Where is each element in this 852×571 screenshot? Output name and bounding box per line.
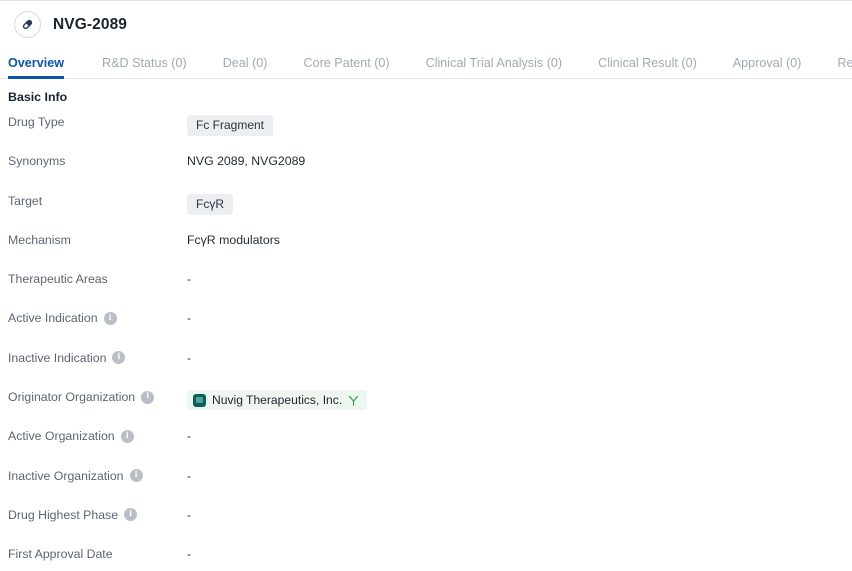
page-title: NVG-2089 (53, 15, 128, 33)
tab-deal[interactable]: Deal (0) (223, 56, 268, 79)
basic-info-field-list: Drug Type Fc Fragment Synonyms NVG 2089,… (0, 112, 852, 571)
active-organization-value: - (187, 429, 192, 444)
field-label: First Approval Date (8, 544, 187, 561)
field-row-drug-highest-phase: Drug Highest Phase i - (0, 505, 852, 544)
info-icon[interactable]: i (129, 469, 143, 483)
page-header: NVG-2089 (0, 1, 852, 48)
tab-regulation[interactable]: Regulation (0) (837, 56, 852, 79)
inactive-indication-value: - (187, 350, 192, 365)
drug-highest-phase-value: - (187, 507, 192, 522)
field-label: Originator Organization i (8, 387, 187, 404)
field-label: Therapeutic Areas (8, 269, 187, 286)
field-label: Mechanism (8, 230, 187, 247)
inactive-organization-value: - (187, 468, 192, 483)
originator-organization-chip[interactable]: Nuvig Therapeutics, Inc. (187, 390, 368, 411)
mechanism-value: FcγR modulators (187, 232, 280, 247)
field-row-inactive-organization: Inactive Organization i - (0, 466, 852, 505)
field-label: Active Organization i (8, 426, 187, 443)
field-row-drug-type: Drug Type Fc Fragment (0, 112, 852, 151)
info-icon[interactable]: i (112, 351, 126, 365)
field-label: Target (8, 191, 187, 208)
field-label: Inactive Organization i (8, 466, 187, 483)
info-icon[interactable]: i (141, 390, 155, 404)
field-label-text: Inactive Indication (8, 350, 107, 365)
field-value: FcγR (187, 191, 233, 215)
info-icon[interactable]: i (103, 311, 117, 325)
field-label-text: Drug Highest Phase (8, 507, 119, 522)
field-value: Fc Fragment (187, 112, 274, 136)
tab-rd-status[interactable]: R&D Status (0) (102, 56, 187, 79)
antibody-icon (348, 395, 359, 406)
info-icon[interactable]: i (124, 508, 138, 522)
pill-capsule-icon (14, 11, 41, 38)
field-label-text: Drug Type (8, 115, 65, 129)
field-row-active-organization: Active Organization i - (0, 426, 852, 465)
field-label: Inactive Indication i (8, 348, 187, 365)
field-label: Active Indication i (8, 308, 187, 325)
field-label-text: Inactive Organization (8, 468, 124, 483)
company-logo-icon (193, 393, 206, 407)
field-row-mechanism: Mechanism FcγR modulators (0, 230, 852, 269)
field-label-text: Active Indication (8, 311, 98, 326)
field-row-target: Target FcγR (0, 191, 852, 230)
first-approval-date-value: - (187, 547, 192, 562)
drug-type-chip[interactable]: Fc Fragment (187, 115, 274, 136)
section-title-basic-info: Basic Info (8, 90, 68, 104)
tab-clinical-trial-analysis[interactable]: Clinical Trial Analysis (0) (426, 56, 562, 79)
tab-clinical-result[interactable]: Clinical Result (0) (598, 56, 697, 79)
field-label-text: Originator Organization (8, 390, 136, 405)
field-row-originator-organization: Originator Organization i Nuvig Therapeu… (0, 387, 852, 426)
field-row-therapeutic-areas: Therapeutic Areas - (0, 269, 852, 308)
field-value: Nuvig Therapeutics, Inc. (187, 387, 368, 411)
field-row-synonyms: Synonyms NVG 2089, NVG2089 (0, 151, 852, 190)
field-label-text: Target (8, 193, 43, 208)
field-label-text: Mechanism (8, 232, 71, 247)
therapeutic-areas-value: - (187, 272, 192, 287)
target-chip[interactable]: FcγR (187, 193, 233, 215)
field-label-text: Synonyms (8, 154, 66, 169)
drug-detail-page: NVG-2089 Overview R&D Status (0) Deal (0… (0, 0, 852, 571)
tab-approval[interactable]: Approval (0) (733, 56, 802, 79)
field-row-active-indication: Active Indication i - (0, 308, 852, 347)
tab-core-patent[interactable]: Core Patent (0) (304, 56, 390, 79)
tab-overview[interactable]: Overview (8, 56, 65, 79)
field-label: Synonyms (8, 151, 187, 168)
active-indication-value: - (187, 311, 192, 326)
tab-bar: Overview R&D Status (0) Deal (0) Core Pa… (0, 48, 852, 79)
info-icon[interactable]: i (120, 429, 134, 443)
field-label: Drug Type (8, 112, 187, 129)
field-label-text: Therapeutic Areas (8, 272, 108, 287)
organization-name: Nuvig Therapeutics, Inc. (212, 393, 343, 408)
field-label-text: First Approval Date (8, 547, 113, 562)
field-row-inactive-indication: Inactive Indication i - (0, 348, 852, 387)
synonyms-value: NVG 2089, NVG2089 (187, 154, 306, 169)
field-label: Drug Highest Phase i (8, 505, 187, 522)
field-label-text: Active Organization (8, 429, 115, 444)
field-row-first-approval-date: First Approval Date - (0, 544, 852, 571)
